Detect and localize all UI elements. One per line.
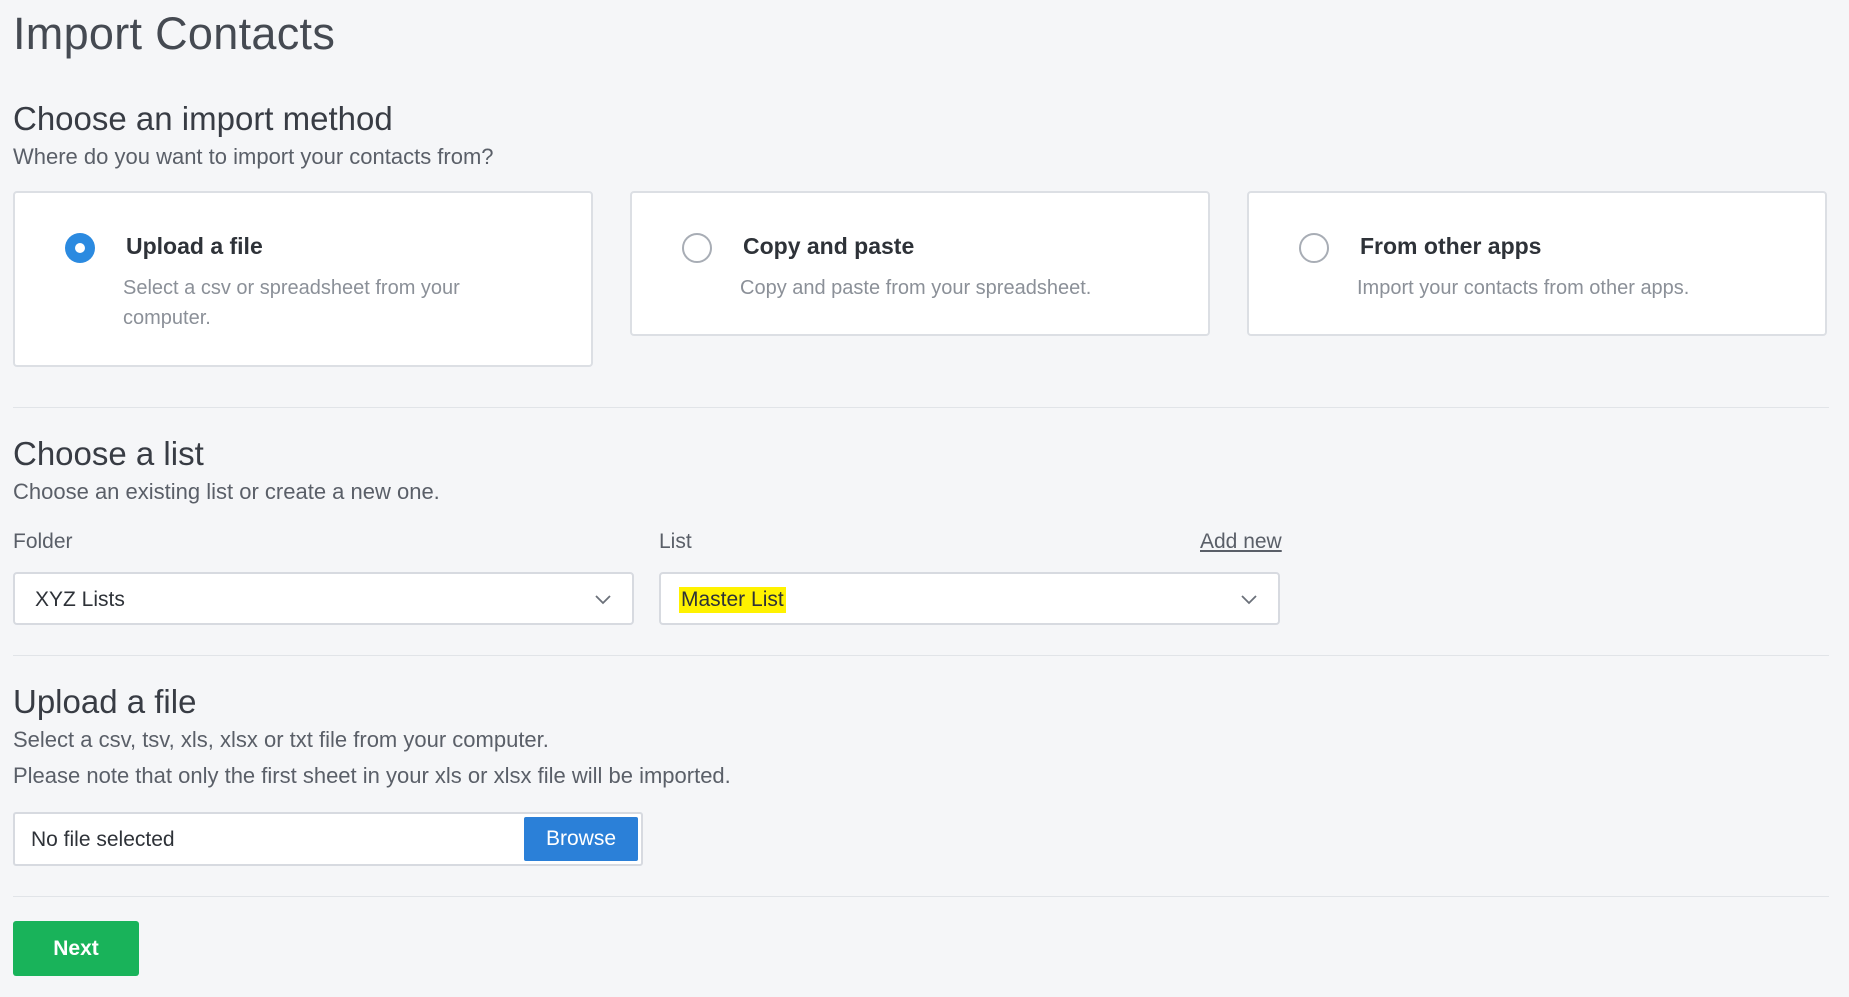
method-copy-paste-label: Copy and paste [743,233,915,259]
method-other-apps-description: Import your contacts from other apps. [1357,277,1690,299]
method-card-other-apps[interactable]: From other apps Import your contacts fro… [1247,191,1827,336]
list-section-subtitle: Choose an existing list or create a new … [13,479,440,504]
chevron-down-icon [1241,595,1257,605]
page-title: Import Contacts [13,8,336,59]
method-upload-description: Select a csv or spreadsheet from your co… [123,277,460,329]
method-card-upload[interactable]: Upload a file Select a csv or spreadshee… [13,191,593,367]
divider [13,407,1829,408]
method-other-apps-label: From other apps [1360,233,1542,259]
list-select[interactable]: Master List [659,572,1280,625]
chevron-down-icon [595,595,611,605]
import-method-subtitle: Where do you want to import your contact… [13,144,494,169]
folder-select-value: XYZ Lists [35,588,125,611]
radio-other-apps[interactable] [1299,233,1329,263]
method-upload-label: Upload a file [126,233,263,259]
list-label: List [659,530,692,553]
file-input[interactable]: No file selected Browse [13,812,643,866]
list-section-title: Choose a list [13,435,204,472]
radio-copy-paste[interactable] [682,233,712,263]
upload-note: Please note that only the first sheet in… [13,763,731,788]
next-button[interactable]: Next [13,921,139,976]
radio-upload-selected[interactable] [65,233,95,263]
import-method-title: Choose an import method [13,100,393,137]
folder-label: Folder [13,530,73,553]
method-card-copy-paste[interactable]: Copy and paste Copy and paste from your … [630,191,1210,336]
divider [13,655,1829,656]
browse-button[interactable]: Browse [524,817,638,861]
method-copy-paste-description: Copy and paste from your spreadsheet. [740,277,1092,299]
divider [13,896,1829,897]
upload-instructions: Select a csv, tsv, xls, xlsx or txt file… [13,727,549,752]
upload-section-title: Upload a file [13,683,197,720]
add-new-link[interactable]: Add new [1200,530,1282,554]
folder-select[interactable]: XYZ Lists [13,572,634,625]
list-select-value: Master List [679,587,786,613]
file-status-text: No file selected [31,828,175,851]
